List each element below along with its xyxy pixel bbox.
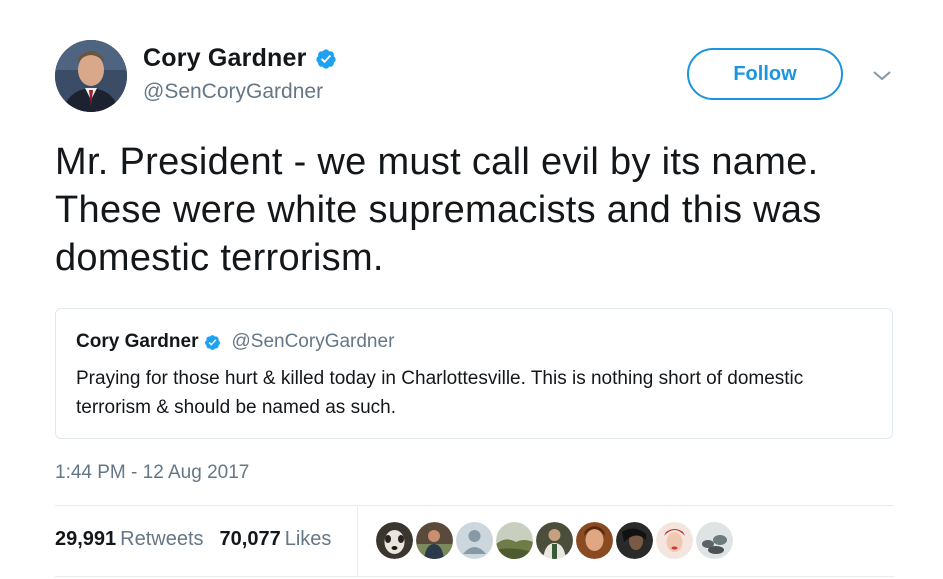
quoted-tweet[interactable]: Cory Gardner @SenCoryGardner Praying for… [55, 308, 893, 439]
quoted-tweet-header: Cory Gardner @SenCoryGardner [76, 331, 394, 353]
verified-badge-icon [205, 334, 221, 350]
person-avatar-icon[interactable] [536, 522, 573, 559]
tweet-stats: 29,991 Retweets 70,077 Likes [55, 528, 331, 551]
author-name-row[interactable]: Cory Gardner [143, 44, 337, 73]
chevron-down-icon[interactable] [870, 64, 894, 88]
likers-avatars [376, 522, 733, 559]
tweet-text: Mr. President - we must call evil by its… [55, 141, 822, 279]
author-handle[interactable]: @SenCoryGardner [143, 80, 323, 104]
person-avatar-icon[interactable] [656, 522, 693, 559]
stats-divider-top [55, 505, 894, 506]
person-avatar-icon[interactable] [616, 522, 653, 559]
dog-avatar-icon[interactable] [376, 522, 413, 559]
quoted-author-handle: @SenCoryGardner [231, 331, 395, 352]
stats-divider-bottom [55, 576, 894, 577]
likes-label: Likes [284, 528, 332, 550]
author-name[interactable]: Cory Gardner [143, 44, 307, 73]
profile-photo-icon [55, 40, 127, 112]
retweets-stat[interactable]: 29,991 Retweets [55, 528, 204, 551]
landscape-avatar-icon[interactable] [496, 522, 533, 559]
quoted-tweet-text: Praying for those hurt & killed today in… [76, 368, 804, 418]
quoted-author-name: Cory Gardner [76, 331, 199, 352]
likes-count: 70,077 [219, 528, 281, 550]
follow-button[interactable]: Follow [687, 48, 843, 100]
author-avatar[interactable] [55, 40, 127, 112]
person-avatar-icon[interactable] [416, 522, 453, 559]
tweet-timestamp[interactable]: 1:44 PM - 12 Aug 2017 [55, 462, 249, 484]
person-avatar-icon[interactable] [576, 522, 613, 559]
retweets-label: Retweets [120, 528, 204, 550]
verified-badge-icon [315, 48, 336, 69]
likes-stat[interactable]: 70,077 Likes [220, 528, 332, 551]
stats-divider-vertical [357, 505, 358, 576]
default-avatar-icon[interactable] [456, 522, 493, 559]
landscape-avatar-icon[interactable] [696, 522, 733, 559]
retweets-count: 29,991 [55, 528, 117, 550]
